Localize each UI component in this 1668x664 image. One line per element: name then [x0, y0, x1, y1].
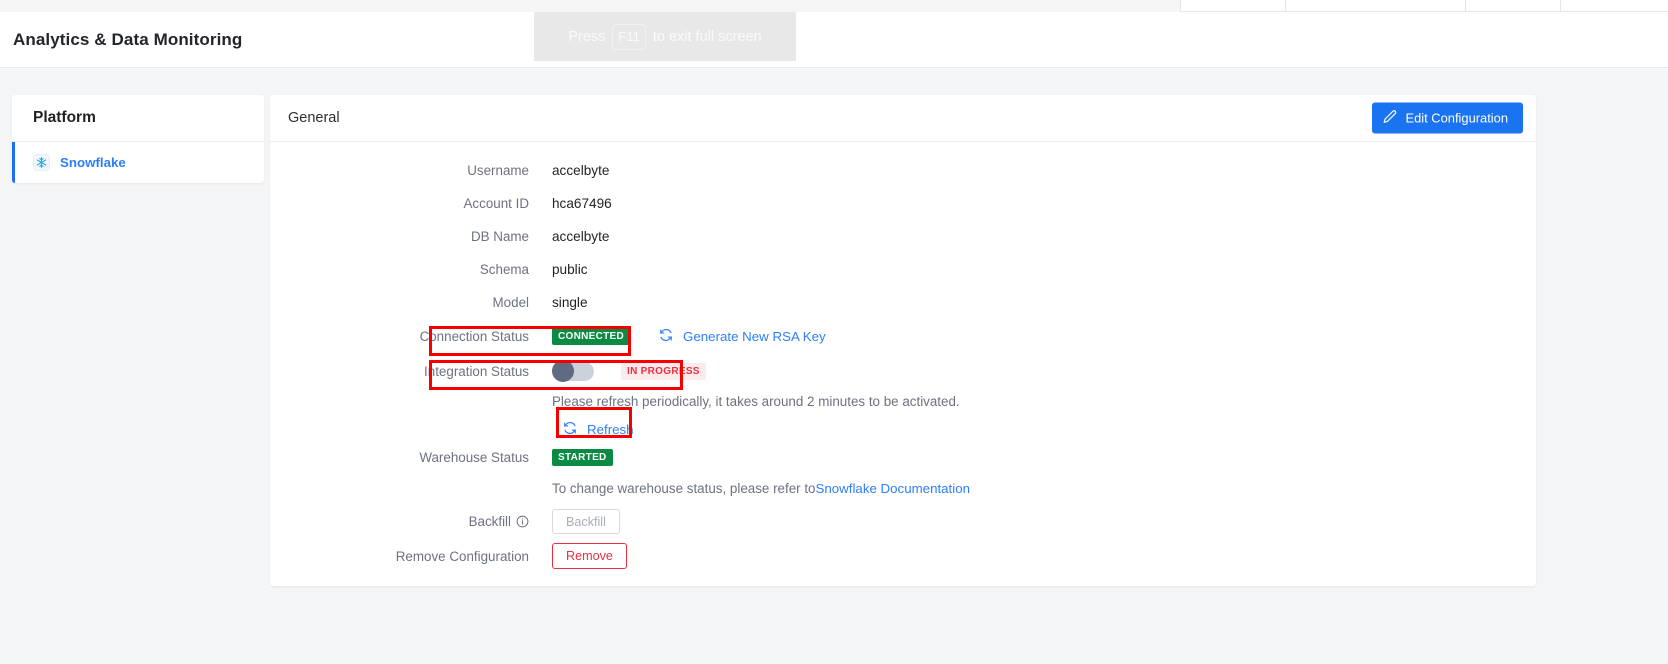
model-label: Model [492, 295, 529, 310]
warehouse-helper-prefix: To change warehouse status, please refer… [552, 480, 816, 496]
edit-configuration-button[interactable]: Edit Configuration [1371, 102, 1523, 134]
field-row-backfill: Backfill Backfill [270, 505, 1536, 538]
backfill-label: Backfill [468, 514, 511, 529]
field-row-integration-status: Integration Status IN PROGRESS [270, 354, 1536, 388]
refresh-icon [659, 328, 673, 345]
integration-status-toggle[interactable] [552, 360, 594, 382]
fullscreen-hint-pre: Press [568, 28, 606, 45]
schema-label: Schema [479, 262, 529, 277]
top-grid-remnant [1180, 0, 1668, 12]
pencil-icon [1383, 110, 1397, 127]
integration-status-helper-text: Please refresh periodically, it takes ar… [552, 393, 960, 409]
remove-configuration-label: Remove Configuration [395, 548, 529, 564]
integration-status-label: Integration Status [424, 363, 529, 379]
field-row-username: Username accelbyte [270, 154, 1536, 187]
integration-status-badge: IN PROGRESS [621, 362, 706, 380]
app-header: Analytics & Data Monitoring [0, 12, 1668, 68]
sidebar: Platform Snowflake [12, 95, 264, 183]
general-form: Username accelbyte Account ID hca67496 D… [270, 142, 1536, 574]
refresh-icon [563, 421, 577, 438]
refresh-link-container: Refresh [270, 414, 1536, 444]
account-id-label: Account ID [463, 196, 530, 211]
field-row-remove-configuration: Remove Configuration Remove [270, 538, 1536, 574]
field-row-schema: Schema public [270, 253, 1536, 286]
field-row-connection-status: Connection Status CONNECTED Generate New… [270, 319, 1536, 354]
backfill-button[interactable]: Backfill [552, 509, 620, 534]
warehouse-status-label: Warehouse Status [419, 450, 529, 465]
refresh-link-label: Refresh [587, 421, 634, 437]
db-name-value: accelbyte [552, 229, 610, 244]
card-title: General [288, 110, 340, 126]
page-title: Analytics & Data Monitoring [13, 29, 243, 49]
fullscreen-exit-hint: Press F11 to exit full screen [534, 12, 796, 61]
field-row-warehouse-status: Warehouse Status STARTED [270, 444, 1536, 471]
field-row-account-id: Account ID hca67496 [270, 187, 1536, 220]
sidebar-item-snowflake[interactable]: Snowflake [12, 142, 264, 183]
card-header: General Edit Configuration [270, 95, 1536, 142]
refresh-link[interactable]: Refresh [563, 421, 634, 438]
toggle-knob [552, 360, 574, 382]
connection-status-label: Connection Status [419, 329, 529, 344]
username-value: accelbyte [552, 163, 610, 178]
sidebar-title: Platform [12, 95, 264, 142]
connection-status-badge: CONNECTED [552, 328, 631, 345]
schema-value: public [552, 262, 588, 277]
general-card: General Edit Configuration Username acce… [270, 95, 1536, 586]
snowflake-documentation-link[interactable]: Snowflake Documentation [816, 481, 970, 496]
app-root: Analytics & Data Monitoring Press F11 to… [0, 0, 1668, 664]
warehouse-status-badge: STARTED [552, 449, 613, 466]
username-label: Username [467, 163, 529, 178]
snowflake-icon [33, 154, 50, 171]
generate-rsa-key-link[interactable]: Generate New RSA Key [659, 328, 826, 345]
page-body: Platform Snowflake General Edit Configur… [0, 69, 1668, 664]
field-row-db-name: DB Name accelbyte [270, 220, 1536, 253]
fullscreen-hint-post: to exit full screen [652, 28, 762, 45]
generate-rsa-key-label: Generate New RSA Key [683, 329, 826, 344]
field-row-model: Model single [270, 286, 1536, 319]
info-icon[interactable] [516, 515, 529, 528]
sidebar-item-label: Snowflake [60, 155, 126, 170]
warehouse-status-helper-text: To change warehouse status, please refer… [270, 471, 1536, 505]
edit-configuration-label: Edit Configuration [1405, 110, 1508, 126]
account-id-value: hca67496 [552, 196, 612, 211]
fullscreen-hint-key: F11 [612, 23, 646, 50]
remove-button[interactable]: Remove [552, 543, 627, 569]
model-value: single [552, 295, 588, 310]
db-name-label: DB Name [470, 229, 529, 244]
